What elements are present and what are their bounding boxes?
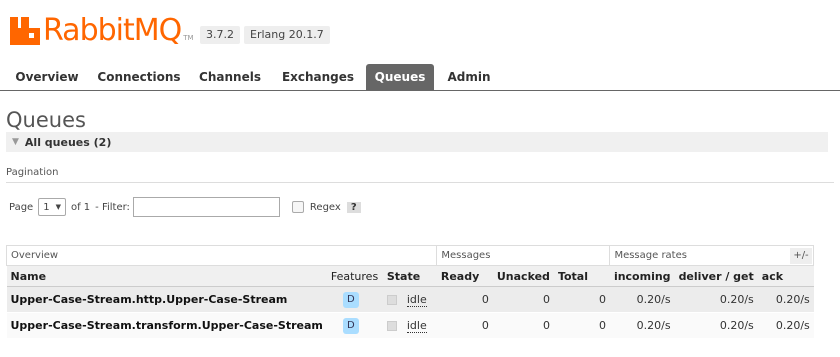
durable-badge: D (342, 291, 359, 308)
page-label: Page (9, 201, 34, 213)
deliver-get-rate: 0.20/s (674, 286, 758, 313)
tab-overview[interactable]: Overview (8, 64, 86, 90)
table-group-header: Overview Messages Message rates (5, 245, 815, 266)
ack-rate: 0.20/s (757, 286, 814, 313)
state-indicator-icon (386, 295, 397, 305)
table-row[interactable]: Upper-Case-Stream.transform.Upper-Case-S… (6, 312, 814, 339)
col-name[interactable]: Name (6, 265, 327, 287)
col-unacked[interactable]: Unacked (492, 265, 554, 287)
page-count-label: of 1 (70, 201, 91, 213)
queue-name-link[interactable]: Upper-Case-Stream.transform.Upper-Case-S… (6, 312, 327, 339)
group-message-rates: Message rates (609, 245, 815, 266)
tab-connections[interactable]: Connections (96, 64, 182, 90)
group-overview: Overview (5, 245, 438, 266)
col-incoming[interactable]: incoming (609, 265, 675, 287)
main-nav-tabs: Overview Connections Channels Exchanges … (0, 64, 840, 91)
version-badge: 3.7.2 (200, 26, 240, 44)
collapse-triangle-icon: ▼ (12, 137, 19, 147)
chevron-down-icon: ▼ (55, 203, 61, 211)
total-count: 0 (553, 286, 610, 313)
rabbit-logo-icon (10, 17, 40, 45)
all-queues-section-toggle[interactable]: ▼ All queues (2) (6, 132, 828, 152)
tab-exchanges[interactable]: Exchanges (278, 64, 358, 90)
regex-help-button[interactable]: ? (346, 201, 361, 213)
column-options-button[interactable]: +/- (790, 248, 812, 264)
logo-trademark: TM (183, 34, 194, 42)
col-state[interactable]: State (382, 265, 437, 287)
state-idle: idle (406, 319, 427, 333)
col-ack[interactable]: ack (757, 265, 814, 287)
filter-label: - Filter: (95, 201, 130, 213)
group-messages: Messages (436, 245, 611, 266)
col-ready[interactable]: Ready (436, 265, 493, 287)
divider (6, 182, 834, 183)
state-indicator-icon (386, 321, 397, 331)
col-deliver-get[interactable]: deliver / get (674, 265, 758, 287)
regex-label: Regex (309, 201, 341, 213)
rabbitmq-logo[interactable]: RabbitMQ TM (10, 14, 194, 48)
deliver-get-rate: 0.20/s (674, 312, 758, 339)
incoming-rate: 0.20/s (609, 286, 675, 313)
queues-table: Overview Messages Message rates Name Fea… (5, 245, 815, 339)
unacked-count: 0 (492, 312, 554, 339)
tab-channels[interactable]: Channels (192, 64, 268, 90)
table-row[interactable]: Upper-Case-Stream.http.Upper-Case-Stream… (6, 286, 814, 313)
logo-text: RabbitMQ (43, 13, 182, 48)
regex-checkbox[interactable] (291, 201, 304, 213)
table-header: Name Features State Ready Unacked Total … (6, 265, 814, 287)
unacked-count: 0 (492, 286, 554, 313)
queue-name-link[interactable]: Upper-Case-Stream.http.Upper-Case-Stream (6, 286, 327, 313)
page-select[interactable]: 1 ▼ (38, 198, 66, 216)
durable-badge: D (342, 317, 359, 334)
page-title: Queues (6, 108, 86, 132)
pagination-row: Page 1 ▼ of 1 - Filter: Regex ? (9, 197, 361, 217)
page-select-value: 1 (43, 201, 50, 213)
ready-count: 0 (436, 286, 493, 313)
ready-count: 0 (436, 312, 493, 339)
total-count: 0 (553, 312, 610, 339)
ack-rate: 0.20/s (757, 312, 814, 339)
tab-queues[interactable]: Queues (366, 64, 434, 90)
incoming-rate: 0.20/s (609, 312, 675, 339)
col-total[interactable]: Total (553, 265, 610, 287)
filter-input[interactable] (132, 197, 280, 217)
section-label: All queues (2) (24, 135, 112, 149)
erlang-version-badge: Erlang 20.1.7 (244, 26, 330, 44)
pagination-title: Pagination (6, 167, 59, 178)
state-idle: idle (406, 293, 427, 307)
tab-admin[interactable]: Admin (444, 64, 494, 90)
col-features: Features (326, 265, 383, 287)
